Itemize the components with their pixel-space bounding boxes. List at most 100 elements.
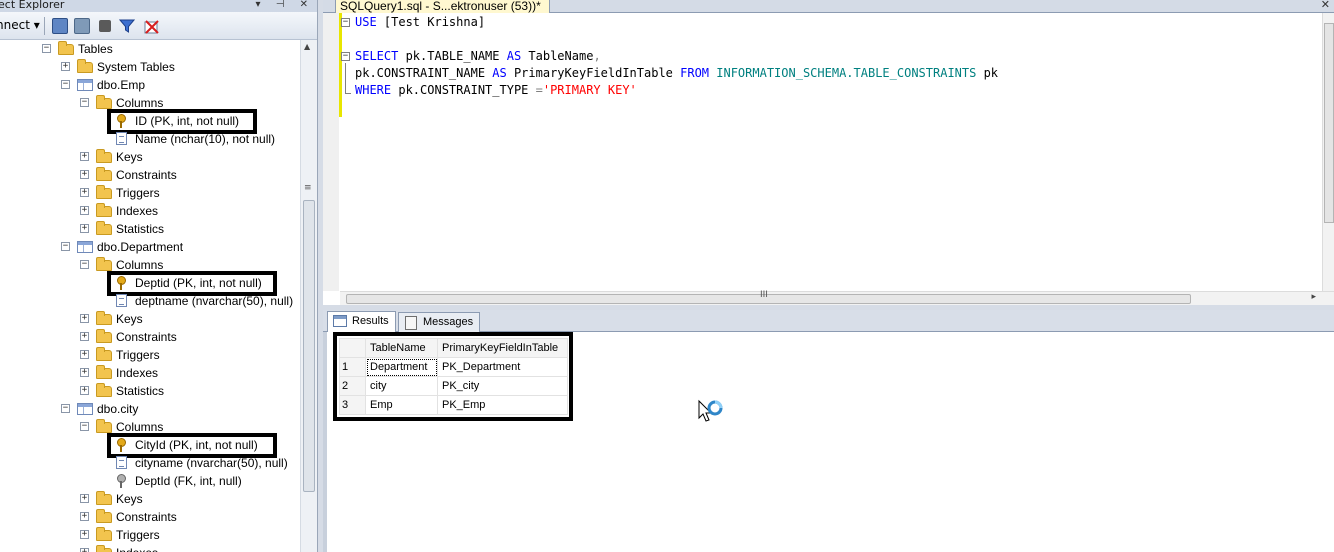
- refresh-icon[interactable]: [143, 18, 159, 34]
- editor-vertical-scrollbar[interactable]: [1322, 13, 1334, 291]
- row-number-cell[interactable]: 3: [339, 395, 366, 415]
- tree-node[interactable]: − dbo.city: [0, 400, 300, 418]
- tree-node[interactable]: + Triggers: [0, 184, 300, 202]
- results-grid[interactable]: TableName PrimaryKeyFieldInTable 1 Depart…: [339, 338, 568, 415]
- tree-node[interactable]: Name (nchar(10), not null): [0, 130, 300, 148]
- tree-node-label: Statistics: [116, 222, 165, 236]
- collapse-node-icon[interactable]: −: [80, 98, 89, 107]
- row-number-header[interactable]: [339, 338, 366, 358]
- row-number-cell[interactable]: 1: [339, 357, 366, 377]
- tree-node[interactable]: + Keys: [0, 148, 300, 166]
- column-header-primarykeyfieldintable[interactable]: PrimaryKeyFieldInTable: [437, 338, 568, 358]
- query-document-tab[interactable]: SQLQuery1.sql - S...ektronuser (53))*: [335, 0, 550, 13]
- tree-node[interactable]: − dbo.Department: [0, 238, 300, 256]
- tree-node[interactable]: + Indexes: [0, 202, 300, 220]
- grid-cell-primarykeyfieldintable[interactable]: PK_city: [437, 376, 568, 396]
- expand-node-icon[interactable]: +: [80, 224, 89, 233]
- collapse-region-icon[interactable]: −: [341, 52, 350, 61]
- tree-node[interactable]: + Indexes: [0, 364, 300, 382]
- expand-node-icon[interactable]: +: [80, 170, 89, 179]
- folder-icon: [58, 41, 74, 55]
- row-number-cell[interactable]: 2: [339, 376, 366, 396]
- panel-window-controls[interactable]: ▾ ⊣ ✕: [256, 0, 314, 10]
- tree-node[interactable]: cityname (nvarchar(50), null): [0, 454, 300, 472]
- expand-node-icon[interactable]: +: [80, 332, 89, 341]
- column-header-tablename[interactable]: TableName: [365, 338, 438, 358]
- scrollbar-thumb[interactable]: [303, 200, 315, 492]
- expand-node-icon[interactable]: +: [80, 368, 89, 377]
- sql-query-editor[interactable]: − − USE [Test Krishna] SELECT pk.TABLE_N…: [323, 13, 1334, 305]
- expand-node-icon[interactable]: +: [80, 494, 89, 503]
- tree-node[interactable]: + Keys: [0, 310, 300, 328]
- tree-node[interactable]: + Triggers: [0, 526, 300, 544]
- stop-icon[interactable]: [99, 20, 111, 32]
- expand-node-icon[interactable]: +: [61, 62, 70, 71]
- grid-cell-primarykeyfieldintable[interactable]: PK_Department: [437, 357, 568, 377]
- filter-icon[interactable]: [118, 18, 136, 34]
- tree-node[interactable]: + Keys: [0, 490, 300, 508]
- collapse-node-icon[interactable]: −: [61, 80, 70, 89]
- expand-node-icon[interactable]: +: [80, 350, 89, 359]
- tree-node[interactable]: + Triggers: [0, 346, 300, 364]
- scrollbar-thumb[interactable]: [346, 294, 1191, 304]
- expand-node-icon[interactable]: +: [80, 152, 89, 161]
- folder-icon: [96, 383, 112, 397]
- table-row[interactable]: 2 city PK_city: [339, 376, 568, 396]
- tab-messages[interactable]: Messages: [398, 312, 481, 332]
- results-header-row: TableName PrimaryKeyFieldInTable: [339, 338, 568, 358]
- expand-node-icon[interactable]: +: [80, 206, 89, 215]
- tree-node[interactable]: + Constraints: [0, 328, 300, 346]
- tree-node[interactable]: + System Tables: [0, 58, 300, 76]
- tab-results[interactable]: Results: [327, 311, 396, 333]
- collapse-region-icon[interactable]: −: [341, 18, 350, 27]
- tree-node-label: Constraints: [116, 168, 177, 182]
- grid-cell-tablename[interactable]: Emp: [365, 395, 438, 415]
- collapse-node-icon[interactable]: −: [80, 422, 89, 431]
- object-explorer-panel: ect Explorer ▾ ⊣ ✕ nnect ▾ − Tables + Syste…: [0, 0, 318, 552]
- results-pane: TableName PrimaryKeyFieldInTable 1 Depart…: [323, 332, 1334, 552]
- expand-node-icon[interactable]: +: [80, 548, 89, 552]
- scroll-right-arrow-icon[interactable]: ▸: [1311, 292, 1316, 302]
- tree-node[interactable]: + Statistics: [0, 382, 300, 400]
- code-text: TableName: [521, 49, 594, 63]
- expand-node-icon[interactable]: +: [80, 530, 89, 539]
- collapse-node-icon[interactable]: −: [61, 404, 70, 413]
- tree-node[interactable]: − Tables: [0, 40, 300, 58]
- tree-node[interactable]: + Constraints: [0, 508, 300, 526]
- collapse-node-icon[interactable]: −: [42, 44, 51, 53]
- collapse-node-icon[interactable]: −: [80, 260, 89, 269]
- tree-node[interactable]: + Constraints: [0, 166, 300, 184]
- expand-node-icon[interactable]: +: [80, 188, 89, 197]
- expand-node-icon[interactable]: +: [80, 314, 89, 323]
- table-row[interactable]: 1 Department PK_Department: [339, 357, 568, 377]
- scroll-up-arrow-icon[interactable]: ▲: [304, 42, 310, 51]
- grid-cell-primarykeyfieldintable[interactable]: PK_Emp: [437, 395, 568, 415]
- tree-node[interactable]: + Statistics: [0, 220, 300, 238]
- tree-node[interactable]: + Indexes: [0, 544, 300, 552]
- object-explorer-vertical-scrollbar[interactable]: ▲ ≡: [300, 40, 317, 552]
- fold-guide-line: [345, 63, 346, 93]
- tree-node-label: Triggers: [116, 348, 160, 362]
- tree-node-label: Constraints: [116, 330, 177, 344]
- tree-node[interactable]: DeptId (FK, int, null): [0, 472, 300, 490]
- tree-node-label: deptname (nvarchar(50), null): [135, 294, 294, 308]
- code-text: pk.TABLE_NAME: [398, 49, 507, 63]
- results-highlight-box: TableName PrimaryKeyFieldInTable 1 Depart…: [333, 332, 573, 421]
- expand-node-icon[interactable]: +: [80, 386, 89, 395]
- connect-object-explorer-icon[interactable]: [52, 18, 68, 34]
- collapse-node-icon[interactable]: −: [61, 242, 70, 251]
- tree-node[interactable]: deptname (nvarchar(50), null): [0, 292, 300, 310]
- disconnect-icon[interactable]: [74, 18, 90, 34]
- tree-node-label: Keys: [116, 312, 143, 326]
- table-row[interactable]: 3 Emp PK_Emp: [339, 395, 568, 415]
- code-line-1: USE [Test Krishna]: [355, 14, 485, 31]
- folder-icon: [96, 167, 112, 181]
- tree-node[interactable]: − dbo.Emp: [0, 76, 300, 94]
- scrollbar-thumb[interactable]: [1324, 23, 1334, 223]
- editor-horizontal-scrollbar[interactable]: III ▸: [340, 290, 1334, 305]
- expand-node-icon[interactable]: +: [80, 512, 89, 521]
- grid-cell-tablename[interactable]: city: [365, 376, 438, 396]
- grid-cell-tablename[interactable]: Department: [365, 357, 438, 377]
- close-document-icon[interactable]: ✕: [1321, 0, 1330, 11]
- connect-dropdown-button[interactable]: nnect ▾: [0, 18, 40, 32]
